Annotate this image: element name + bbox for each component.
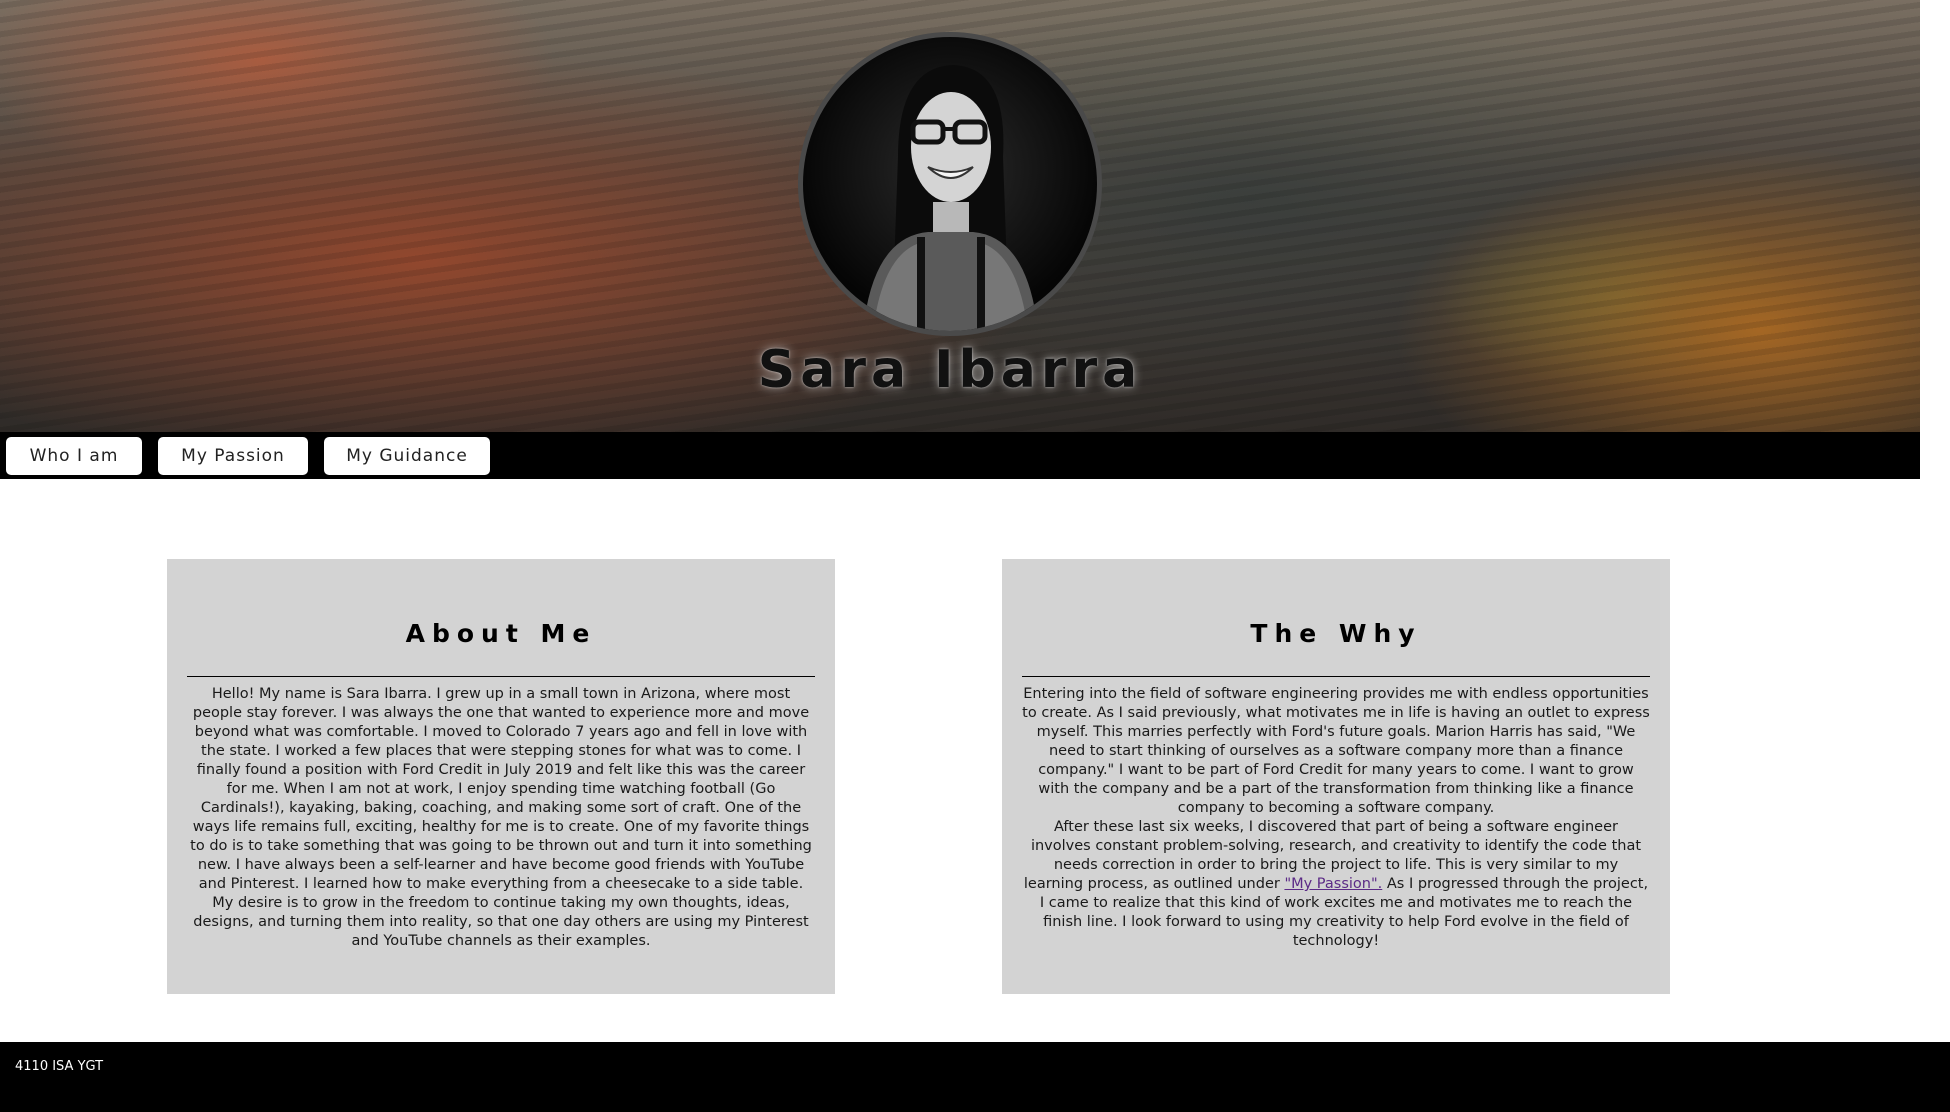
about-me-card: About Me Hello! My name is Sara Ibarra. …	[167, 559, 835, 994]
profile-photo	[798, 32, 1102, 336]
main-nav: Who I am My Passion My Guidance	[0, 432, 1920, 479]
the-why-divider	[1022, 676, 1650, 677]
the-why-paragraph-1: Entering into the field of software engi…	[1022, 686, 1650, 816]
my-passion-link[interactable]: "My Passion".	[1284, 876, 1382, 892]
the-why-paragraph-2: After these last six weeks, I discovered…	[1022, 818, 1650, 951]
page-title: Sara Ibarra	[757, 340, 1143, 400]
hero-banner: Sara Ibarra	[0, 0, 1920, 432]
about-me-text: Hello! My name is Sara Ibarra. I grew up…	[190, 686, 812, 949]
nav-button-my-guidance[interactable]: My Guidance	[324, 437, 490, 475]
profile-photo-icon	[863, 65, 1038, 331]
the-why-card: The Why Entering into the field of softw…	[1002, 559, 1670, 994]
about-me-divider	[187, 676, 815, 677]
footer-text: 4110 ISA YGT	[15, 1059, 104, 1074]
the-why-heading: The Why	[1250, 619, 1422, 648]
nav-button-my-passion[interactable]: My Passion	[158, 437, 308, 475]
about-me-heading: About Me	[405, 619, 597, 648]
nav-button-who-i-am[interactable]: Who I am	[6, 437, 142, 475]
footer: 4110 ISA YGT	[0, 1042, 1950, 1112]
